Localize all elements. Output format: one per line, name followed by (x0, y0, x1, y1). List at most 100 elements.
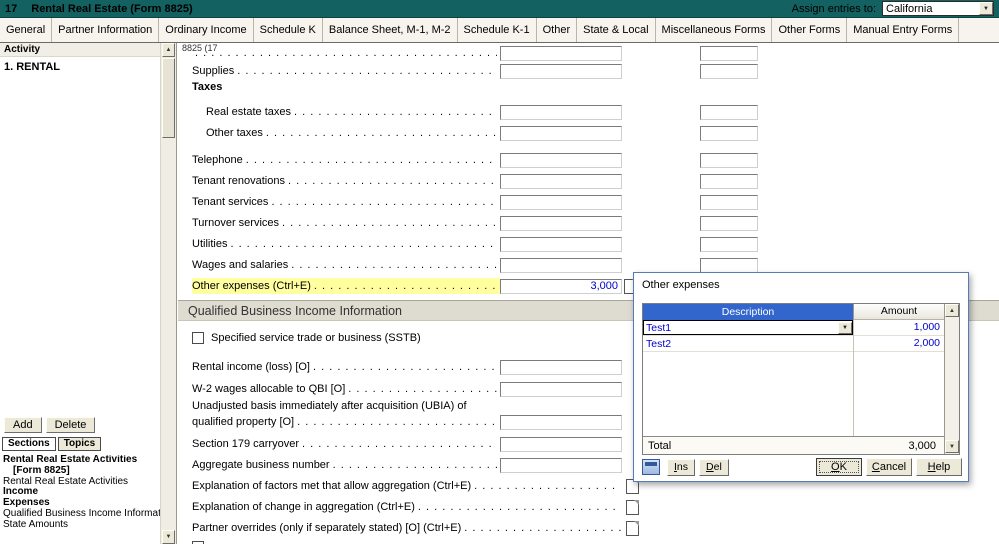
scroll-up-icon[interactable] (945, 304, 959, 317)
tab-schedule-k1[interactable]: Schedule K-1 (458, 18, 537, 42)
form-row-aggregate-number: Aggregate business number (192, 457, 622, 473)
supporting-detail-icon[interactable] (626, 520, 639, 536)
field-label: Wages and salaries (192, 259, 289, 271)
tab-sections[interactable]: Sections (2, 437, 56, 451)
field-label: Explanation of factors met that allow ag… (192, 480, 472, 492)
dialog-title: Other expenses (642, 279, 720, 291)
tab-other[interactable]: Other (537, 18, 578, 42)
field-label: Real estate taxes (206, 106, 291, 118)
scroll-up-icon[interactable] (162, 43, 175, 57)
assign-entries-dropdown[interactable]: California (882, 1, 994, 16)
wages-salaries-col2-input[interactable] (700, 257, 758, 273)
nav-form-8825[interactable]: [Form 8825] (3, 465, 160, 477)
aggregate-business-number-input[interactable] (500, 457, 622, 473)
tab-balance-sheet-m1-m2[interactable]: Balance Sheet, M-1, M-2 (323, 18, 458, 42)
insert-row-button[interactable]: Ins (667, 458, 696, 476)
tab-bar: General Partner Information Ordinary Inc… (0, 18, 999, 43)
add-activity-button[interactable]: Add (4, 417, 42, 433)
utilities-col2-input[interactable] (700, 236, 758, 252)
field-label: Turnover services (192, 217, 280, 229)
form-row-turnover-services: Turnover services (192, 215, 758, 231)
grid-scrollbar[interactable] (944, 304, 959, 454)
scrollbar-thumb[interactable] (162, 58, 175, 138)
field-label: Supplies (192, 65, 235, 77)
field-label: Section 179 carryover (192, 438, 299, 450)
activity-item-rental[interactable]: 1. RENTAL (4, 61, 60, 73)
column-header-description[interactable]: Description (643, 304, 853, 320)
tenant-services-input[interactable] (500, 194, 622, 210)
other-taxes-input[interactable] (500, 125, 622, 141)
ubia-label-line1: Unadjusted basis immediately after acqui… (192, 400, 467, 412)
description-cell[interactable]: Test1 (643, 320, 853, 335)
w2-wages-input[interactable] (500, 381, 622, 397)
tab-general[interactable]: General (0, 18, 53, 42)
ok-button[interactable]: OK (816, 458, 862, 476)
other-expenses-dialog: Other expenses Description Amount Test1 … (633, 272, 969, 482)
dotted-leader (297, 416, 497, 428)
sstb-checkbox[interactable] (192, 332, 204, 344)
utilities-input[interactable] (500, 236, 622, 252)
help-button[interactable]: Help (916, 458, 962, 476)
calculator-icon[interactable] (642, 459, 660, 475)
tenant-renovations-col2-input[interactable] (700, 173, 758, 189)
column-header-amount[interactable]: Amount (853, 304, 944, 320)
tab-ordinary-income[interactable]: Ordinary Income (159, 18, 254, 42)
form-scrollbar[interactable] (160, 43, 177, 544)
rental-income-input[interactable] (500, 359, 622, 375)
real-estate-taxes-input[interactable] (500, 104, 622, 120)
supporting-detail-icon[interactable] (626, 499, 639, 515)
tab-state-local[interactable]: State & Local (577, 18, 656, 42)
tab-manual-entry-forms[interactable]: Manual Entry Forms (847, 18, 960, 42)
dotted-leader (333, 459, 497, 471)
turnover-services-col2-input[interactable] (700, 215, 758, 231)
delete-row-button[interactable]: Del (699, 458, 729, 476)
amount-cell[interactable]: 2,000 (853, 336, 944, 351)
partial-row-input[interactable] (500, 45, 622, 61)
telephone-col2-input[interactable] (700, 152, 758, 168)
tenant-services-col2-input[interactable] (700, 194, 758, 210)
combo-down-icon[interactable] (838, 321, 852, 334)
field-label: Other expenses (Ctrl+E) (192, 280, 311, 292)
tab-partner-information[interactable]: Partner Information (52, 18, 160, 42)
scroll-down-icon[interactable] (945, 440, 959, 453)
tab-other-forms[interactable]: Other Forms (772, 18, 848, 42)
partial-row-col2-input[interactable] (700, 45, 758, 61)
tenant-renovations-input[interactable] (500, 173, 622, 189)
dotted-leader (195, 47, 497, 59)
supplies-input[interactable] (500, 63, 622, 79)
other-expenses-input[interactable]: 3,000 (500, 278, 622, 294)
total-value: 3,000 (908, 439, 936, 452)
grid-row[interactable]: Test2 2,000 (643, 336, 944, 352)
telephone-input[interactable] (500, 152, 622, 168)
scroll-down-icon[interactable] (162, 530, 175, 544)
form-row-partner-overrides: Partner overrides (only if separately st… (192, 520, 639, 536)
tab-topics[interactable]: Topics (57, 437, 102, 451)
form-row-sstb: Specified service trade or business (SST… (192, 330, 622, 346)
nav-state-amounts[interactable]: State Amounts (3, 519, 160, 531)
chevron-down-icon[interactable] (979, 2, 993, 15)
field-label: Other taxes (206, 127, 263, 139)
turnover-services-input[interactable] (500, 215, 622, 231)
tab-schedule-k[interactable]: Schedule K (254, 18, 323, 42)
wages-salaries-input[interactable] (500, 257, 622, 273)
grid-row[interactable]: Test1 1,000 (643, 320, 944, 336)
other-taxes-col2-input[interactable] (700, 125, 758, 141)
amount-cell[interactable]: 1,000 (853, 320, 944, 335)
section-179-carryover-input[interactable] (500, 436, 622, 452)
description-value: Test1 (646, 321, 672, 334)
tab-miscellaneous-forms[interactable]: Miscellaneous Forms (656, 18, 773, 42)
dotted-leader (474, 480, 621, 492)
dotted-leader (266, 127, 497, 139)
ubia-input[interactable] (500, 414, 622, 430)
dotted-leader (418, 501, 621, 513)
supplies-col2-input[interactable] (700, 63, 758, 79)
tax-software-window: 17 Rental Real Estate (Form 8825) Assign… (0, 0, 999, 544)
field-label: Partner overrides (only if separately st… (192, 522, 462, 534)
delete-activity-button[interactable]: Delete (45, 417, 96, 433)
cancel-button[interactable]: Cancel (866, 458, 912, 476)
column-divider (853, 320, 854, 436)
form-row-wages-salaries: Wages and salaries (192, 257, 758, 273)
form-row-utilities: Utilities (192, 236, 758, 252)
description-cell[interactable]: Test2 (643, 336, 853, 351)
real-estate-taxes-col2-input[interactable] (700, 104, 758, 120)
